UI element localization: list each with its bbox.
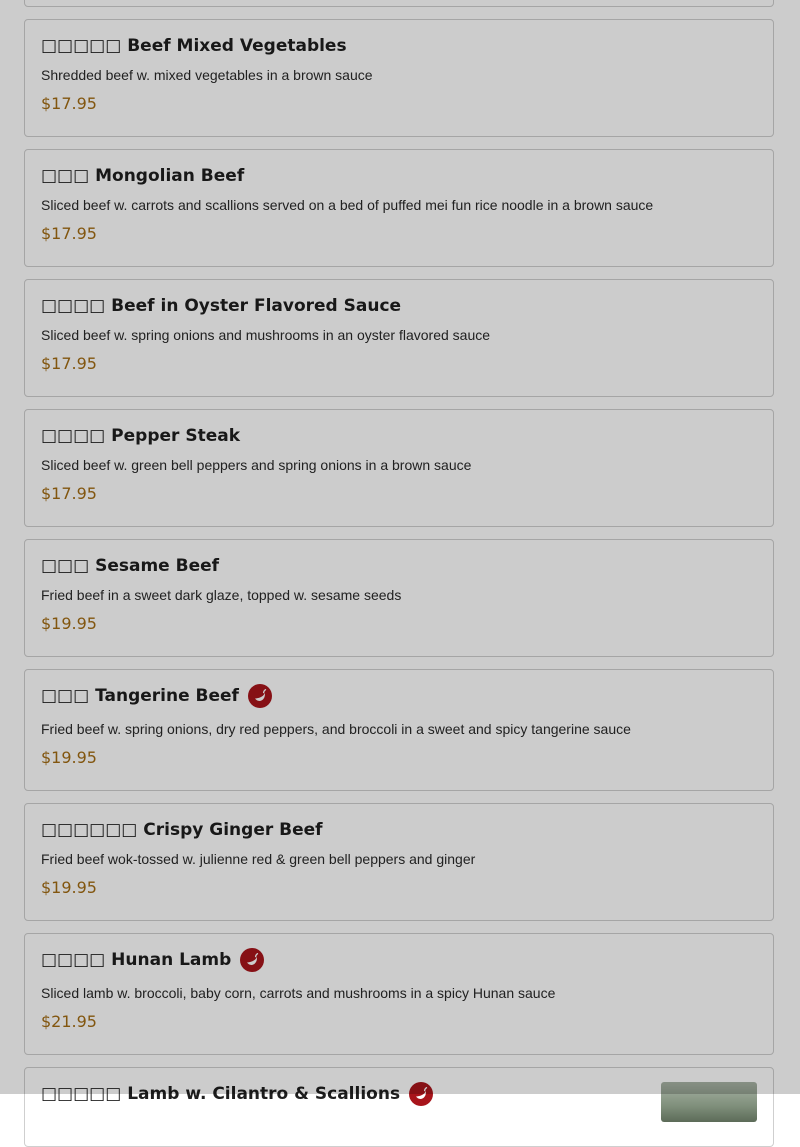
modal-backdrop-overlay[interactable] xyxy=(0,0,800,1094)
